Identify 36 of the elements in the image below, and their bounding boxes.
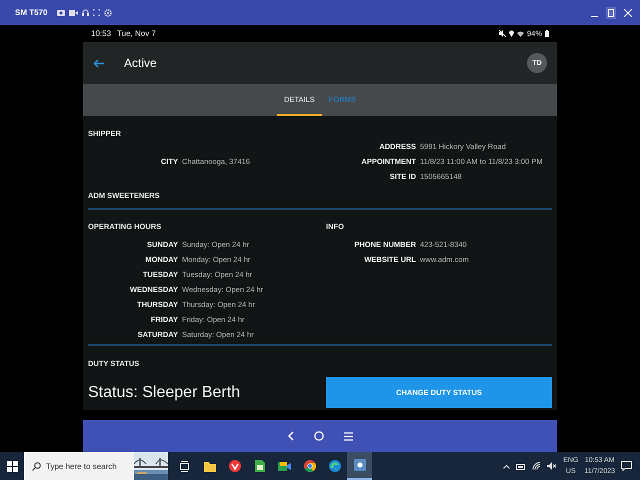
battery-icon: [545, 30, 549, 37]
home-icon[interactable]: [314, 431, 324, 441]
wifi-icon: [516, 30, 524, 36]
search-icon: [32, 462, 41, 470]
video-camera-icon[interactable]: [278, 460, 291, 472]
screen-mirror-icon[interactable]: [354, 459, 366, 471]
back-arrow-icon[interactable]: [93, 58, 104, 68]
chevron-up-icon[interactable]: [503, 464, 510, 468]
location-icon: [508, 30, 514, 37]
search-field[interactable]: Type here to search: [24, 452, 134, 480]
folder-icon[interactable]: [204, 460, 216, 472]
back-icon[interactable]: [288, 431, 294, 441]
start-icon[interactable]: [6, 460, 18, 472]
notification-icon[interactable]: [621, 461, 632, 471]
wifi-icon[interactable]: [532, 462, 542, 470]
fullscreen-icon[interactable]: [93, 9, 100, 16]
task-view-icon[interactable]: [180, 460, 189, 472]
status-date: Tue, Nov 7: [117, 29, 156, 38]
camera-icon[interactable]: [57, 9, 66, 16]
duty-status-text: Status: Sleeper Berth: [88, 384, 242, 402]
maximize-icon[interactable]: [606, 6, 616, 18]
screen-title: Active: [124, 56, 158, 70]
menu-icon[interactable]: [344, 432, 352, 440]
browser-icon[interactable]: [304, 460, 316, 472]
window-title: SM T570: [15, 8, 48, 17]
video-icon[interactable]: [69, 10, 78, 16]
browser-icon[interactable]: [328, 460, 340, 472]
headphones-icon[interactable]: [82, 9, 90, 16]
muted-speaker-icon[interactable]: [547, 462, 558, 470]
close-icon[interactable]: [624, 8, 632, 16]
app-icon[interactable]: [228, 460, 240, 472]
mute-icon: [498, 30, 506, 37]
settings-icon[interactable]: [104, 8, 112, 16]
battery-icon[interactable]: [516, 462, 526, 470]
status-time: 10:53: [91, 29, 112, 38]
document-icon[interactable]: [254, 460, 264, 472]
